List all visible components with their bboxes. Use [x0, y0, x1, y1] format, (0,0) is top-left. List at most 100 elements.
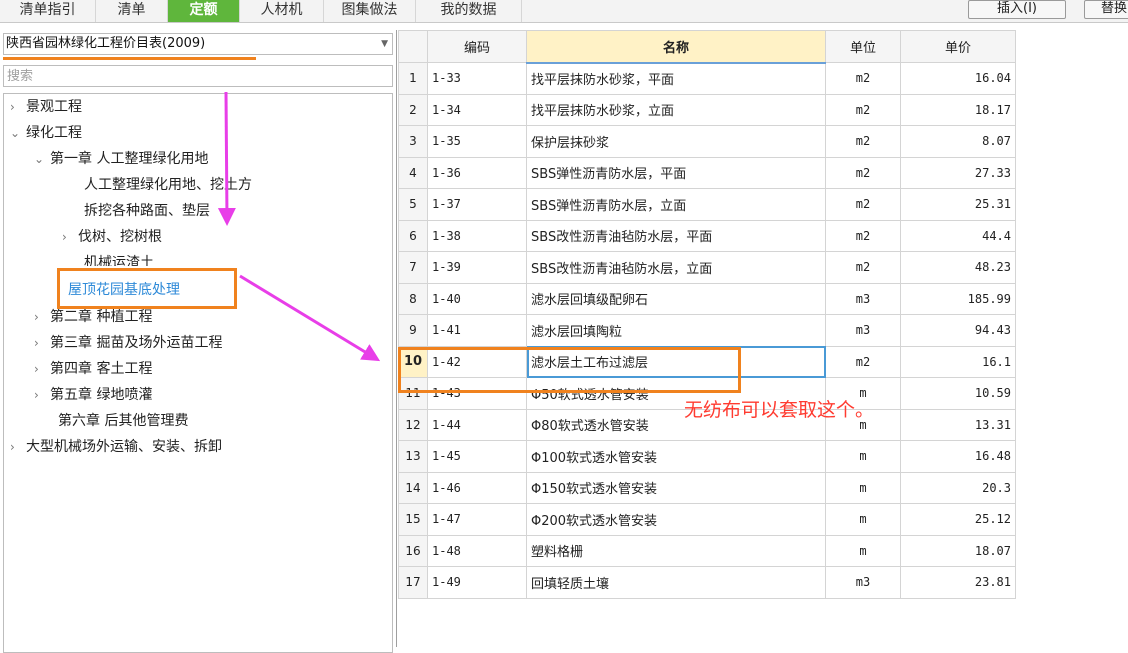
code-cell[interactable]: 1-45	[427, 440, 527, 473]
table-row[interactable]: 3 1-35 保护层抹砂浆 m2 8.07	[398, 125, 1016, 158]
unit-cell[interactable]: m	[825, 440, 901, 473]
header-price[interactable]: 单价	[900, 30, 1016, 63]
unit-cell[interactable]: m2	[825, 188, 901, 221]
unit-cell[interactable]: m2	[825, 93, 901, 126]
code-cell[interactable]: 1-34	[427, 93, 527, 126]
code-cell[interactable]: 1-40	[427, 282, 527, 315]
name-cell[interactable]: SBS弹性沥青防水层，立面	[526, 188, 826, 221]
row-number-cell[interactable]: 13	[398, 440, 428, 473]
price-cell[interactable]: 16.1	[900, 345, 1016, 378]
panel-splitter[interactable]	[396, 30, 397, 647]
row-number-cell[interactable]: 4	[398, 156, 428, 189]
name-cell[interactable]: Φ150软式透水管安装	[526, 471, 826, 504]
price-cell[interactable]: 185.99	[900, 282, 1016, 315]
row-number-cell[interactable]: 1	[398, 62, 428, 95]
library-select[interactable]: 陕西省园林绿化工程价目表(2009) ▼	[3, 33, 393, 55]
chevron-down-icon[interactable]: ⌄	[10, 122, 26, 144]
tree-item-chapter-3[interactable]: › 第三章 掘苗及场外运苗工程	[34, 332, 222, 354]
code-cell[interactable]: 1-37	[427, 188, 527, 221]
price-cell[interactable]: 23.81	[900, 566, 1016, 599]
price-cell[interactable]: 8.07	[900, 125, 1016, 158]
unit-cell[interactable]: m2	[825, 125, 901, 158]
header-name[interactable]: 名称	[526, 30, 826, 64]
row-number-cell[interactable]: 12	[398, 408, 428, 441]
unit-cell[interactable]: m2	[825, 251, 901, 284]
search-input[interactable]	[3, 65, 393, 87]
price-cell[interactable]: 16.48	[900, 440, 1016, 473]
tab-quota[interactable]: 定额	[168, 0, 240, 22]
name-cell[interactable]: 找平层抹防水砂浆，立面	[526, 93, 826, 126]
name-cell[interactable]: SBS改性沥青油毡防水层，平面	[526, 219, 826, 252]
code-cell[interactable]: 1-36	[427, 156, 527, 189]
row-number-cell[interactable]: 17	[398, 566, 428, 599]
name-cell[interactable]: SBS改性沥青油毡防水层，立面	[526, 251, 826, 284]
name-cell[interactable]: 滤水层回填陶粒	[526, 314, 826, 347]
tab-bill-guide[interactable]: 清单指引	[0, 0, 96, 22]
code-cell[interactable]: 1-47	[427, 503, 527, 536]
name-cell[interactable]: Φ200软式透水管安装	[526, 503, 826, 536]
code-cell[interactable]: 1-35	[427, 125, 527, 158]
table-row[interactable]: 13 1-45 Φ100软式透水管安装 m 16.48	[398, 440, 1016, 473]
table-row[interactable]: 8 1-40 滤水层回填级配卵石 m3 185.99	[398, 282, 1016, 315]
row-number-cell[interactable]: 16	[398, 534, 428, 567]
table-row[interactable]: 4 1-36 SBS弹性沥青防水层，平面 m2 27.33	[398, 156, 1016, 189]
table-row[interactable]: 14 1-46 Φ150软式透水管安装 m 20.3	[398, 471, 1016, 504]
unit-cell[interactable]: m2	[825, 62, 901, 95]
tab-bill[interactable]: 清单	[96, 0, 168, 22]
name-cell[interactable]: 塑料格栅	[526, 534, 826, 567]
row-number-cell[interactable]: 7	[398, 251, 428, 284]
header-code[interactable]: 编码	[427, 30, 527, 63]
code-cell[interactable]: 1-49	[427, 566, 527, 599]
chevron-right-icon[interactable]: ›	[34, 306, 50, 328]
row-number-cell[interactable]: 8	[398, 282, 428, 315]
tree-item-chapter-4[interactable]: › 第四章 客土工程	[34, 358, 152, 380]
chevron-right-icon[interactable]: ›	[10, 96, 26, 118]
unit-cell[interactable]: m2	[825, 156, 901, 189]
row-number-cell[interactable]: 5	[398, 188, 428, 221]
insert-button[interactable]: 插入(I)	[968, 0, 1066, 19]
price-cell[interactable]: 16.04	[900, 62, 1016, 95]
price-cell[interactable]: 25.12	[900, 503, 1016, 536]
chevron-right-icon[interactable]: ›	[34, 332, 50, 354]
price-cell[interactable]: 48.23	[900, 251, 1016, 284]
table-row[interactable]: 1 1-33 找平层抹防水砂浆，平面 m2 16.04	[398, 62, 1016, 95]
header-unit[interactable]: 单位	[825, 30, 901, 63]
row-number-cell[interactable]: 2	[398, 93, 428, 126]
row-number-cell[interactable]: 14	[398, 471, 428, 504]
tree-item-chapter-6[interactable]: 第六章 后其他管理费	[58, 410, 188, 432]
price-cell[interactable]: 18.17	[900, 93, 1016, 126]
tree-item-landscape[interactable]: › 景观工程	[10, 96, 82, 118]
name-cell[interactable]: SBS弹性沥青防水层，平面	[526, 156, 826, 189]
tab-labor-material-machine[interactable]: 人材机	[240, 0, 324, 22]
tree-item-large-machinery[interactable]: › 大型机械场外运输、安装、拆卸	[10, 436, 222, 458]
name-cell[interactable]: 保护层抹砂浆	[526, 125, 826, 158]
price-cell[interactable]: 13.31	[900, 408, 1016, 441]
tree-item-chapter-2[interactable]: › 第二章 种植工程	[34, 306, 152, 328]
row-number-cell[interactable]: 3	[398, 125, 428, 158]
chevron-down-icon[interactable]: ▼	[381, 34, 388, 54]
chevron-right-icon[interactable]: ›	[34, 384, 50, 406]
chevron-right-icon[interactable]: ›	[10, 436, 26, 458]
price-cell[interactable]: 25.31	[900, 188, 1016, 221]
tree-item-ch1-pavement-removal[interactable]: 拆挖各种路面、垫层	[84, 200, 210, 222]
price-cell[interactable]: 94.43	[900, 314, 1016, 347]
price-cell[interactable]: 44.4	[900, 219, 1016, 252]
table-row[interactable]: 5 1-37 SBS弹性沥青防水层，立面 m2 25.31	[398, 188, 1016, 221]
unit-cell[interactable]: m	[825, 534, 901, 567]
table-row[interactable]: 17 1-49 回填轻质土壤 m3 23.81	[398, 566, 1016, 599]
table-row[interactable]: 15 1-47 Φ200软式透水管安装 m 25.12	[398, 503, 1016, 536]
code-cell[interactable]: 1-38	[427, 219, 527, 252]
table-row[interactable]: 2 1-34 找平层抹防水砂浆，立面 m2 18.17	[398, 93, 1016, 126]
unit-cell[interactable]: m3	[825, 282, 901, 315]
table-row[interactable]: 6 1-38 SBS改性沥青油毡防水层，平面 m2 44.4	[398, 219, 1016, 252]
tree-item-chapter-5[interactable]: › 第五章 绿地喷灌	[34, 384, 152, 406]
code-cell[interactable]: 1-48	[427, 534, 527, 567]
tree-item-ch1-tree-felling[interactable]: › 伐树、挖树根	[62, 226, 162, 248]
price-cell[interactable]: 18.07	[900, 534, 1016, 567]
name-cell[interactable]: 找平层抹防水砂浆，平面	[526, 62, 826, 95]
code-cell[interactable]: 1-39	[427, 251, 527, 284]
tab-atlas-practice[interactable]: 图集做法	[324, 0, 416, 22]
tab-my-data[interactable]: 我的数据	[416, 0, 522, 22]
tree-item-ch1-muck-transport[interactable]: 机械运渣土	[84, 252, 154, 266]
price-cell[interactable]: 10.59	[900, 377, 1016, 410]
